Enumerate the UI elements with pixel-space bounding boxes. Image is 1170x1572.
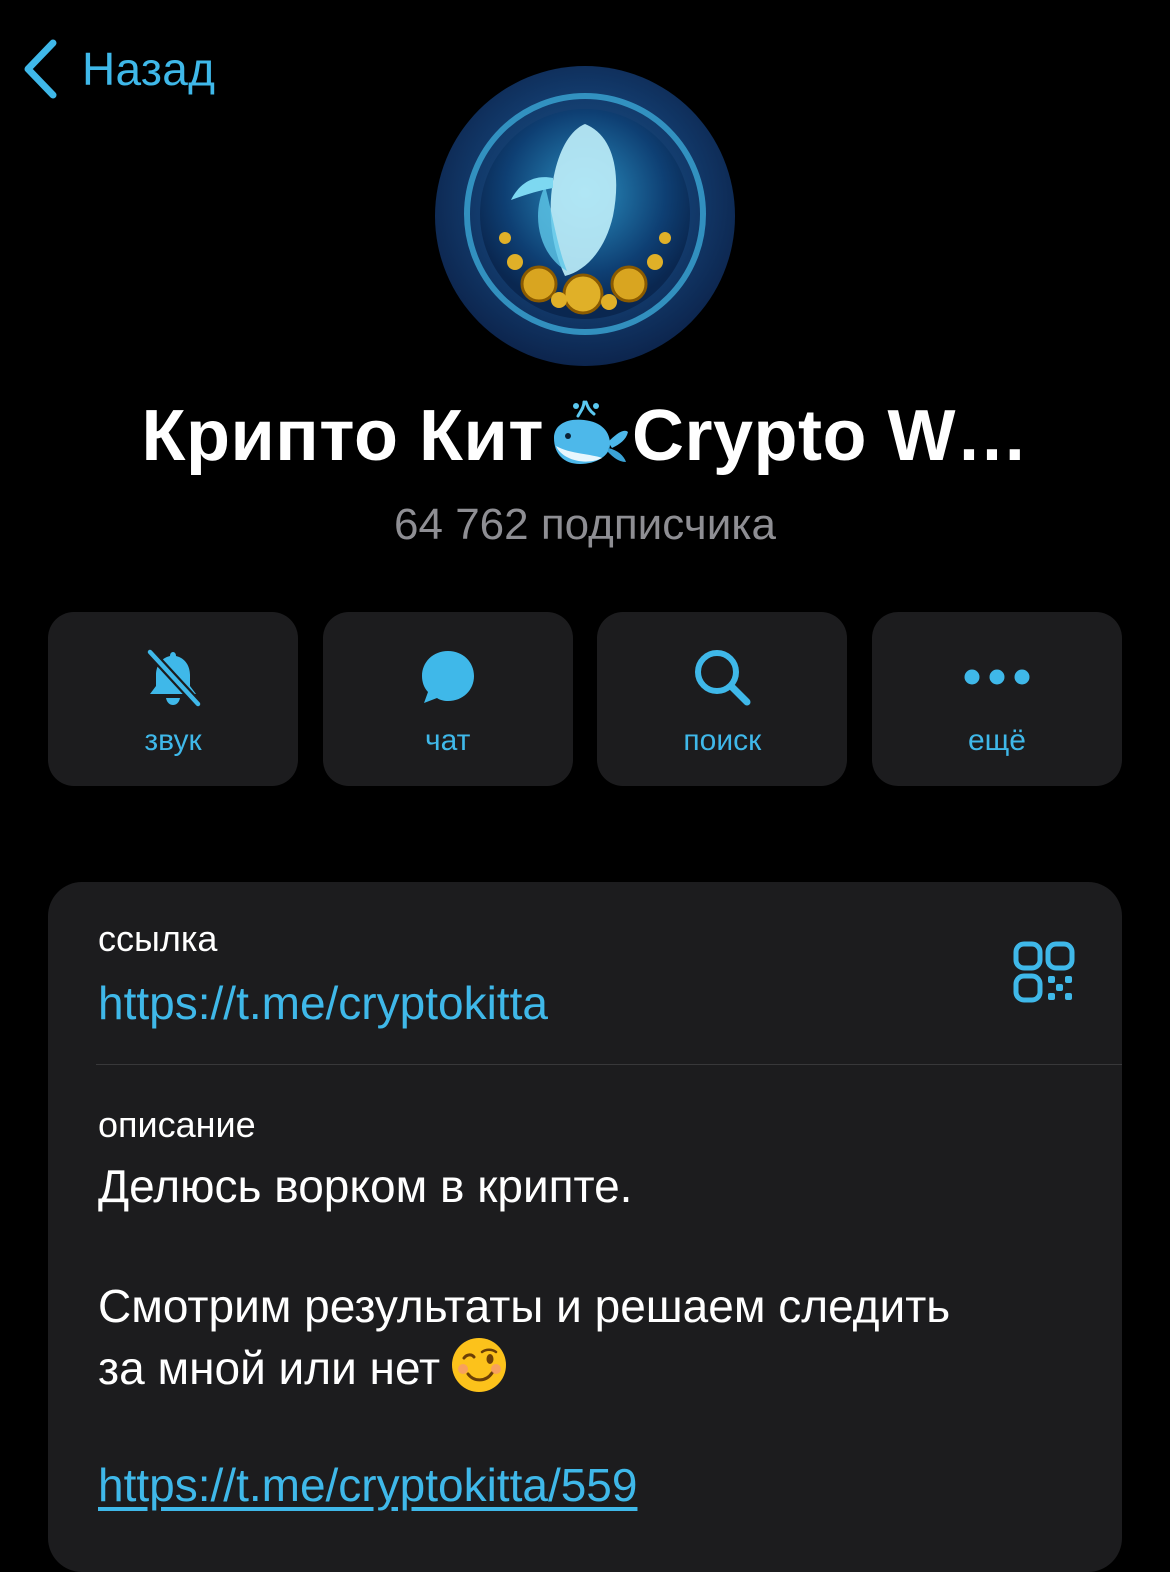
- winking-face-icon: [450, 1336, 508, 1394]
- chat-bubble-icon: [418, 647, 478, 712]
- action-buttons: звук чат поиск ещё: [48, 612, 1122, 786]
- back-button[interactable]: Назад: [22, 36, 215, 102]
- subscriber-count: 64 762 подписчика: [394, 500, 776, 549]
- info-card: ссылка https://t.me/cryptokitta описание…: [48, 882, 1122, 1572]
- qr-code-icon[interactable]: [1012, 940, 1076, 1004]
- more-label: ещё: [967, 724, 1026, 757]
- description-line-3-text: за мной или нет: [98, 1342, 441, 1394]
- more-dots-icon: [962, 667, 1032, 692]
- channel-title: Крипто Кит Crypto W…: [0, 395, 1170, 477]
- chat-button[interactable]: чат: [322, 612, 573, 786]
- description-line-2: Смотрим результаты и решаем следить: [98, 1280, 951, 1332]
- channel-title-part1: Крипто Кит: [141, 396, 544, 476]
- bell-slash-icon: [142, 646, 204, 713]
- chat-label: чат: [424, 724, 471, 757]
- more-button[interactable]: ещё: [871, 612, 1122, 786]
- channel-title-part2: Crypto W…: [631, 396, 1029, 476]
- whale-emoji-icon: [546, 398, 630, 468]
- description-link[interactable]: https://t.me/cryptokitta/559: [98, 1458, 637, 1512]
- channel-link[interactable]: https://t.me/cryptokitta: [98, 976, 548, 1030]
- search-button[interactable]: поиск: [597, 612, 848, 786]
- field-divider: [96, 1064, 1122, 1065]
- description-line-3: за мной или нет: [98, 1336, 508, 1398]
- description-line-1: Делюсь ворком в крипте.: [98, 1160, 633, 1212]
- back-label: Назад: [82, 43, 216, 95]
- description-field-label: описание: [98, 1104, 256, 1145]
- search-icon: [691, 646, 753, 713]
- link-field-label: ссылка: [98, 918, 218, 959]
- mute-button[interactable]: звук: [48, 612, 298, 786]
- chevron-left-icon: [22, 38, 58, 100]
- mute-label: звук: [144, 724, 202, 757]
- search-label: поиск: [683, 724, 762, 757]
- channel-avatar[interactable]: [435, 66, 735, 366]
